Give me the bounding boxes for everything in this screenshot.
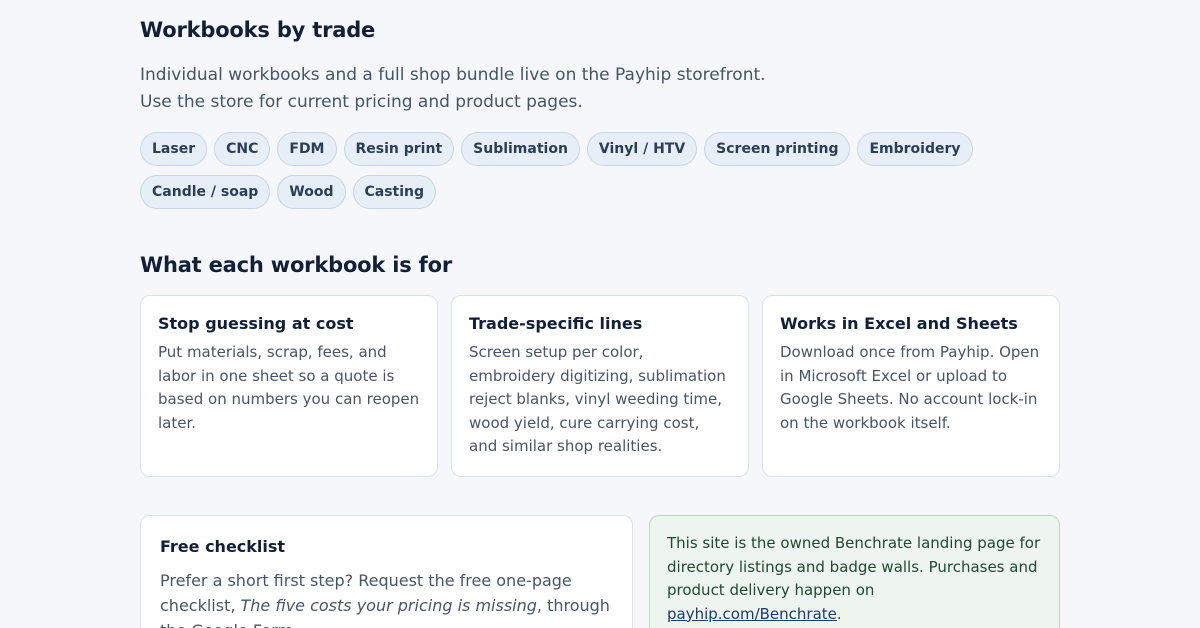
trade-chip-embroidery[interactable]: Embroidery (857, 132, 973, 166)
card-title: Trade-specific lines (469, 314, 643, 333)
trade-chip-screen-printing[interactable]: Screen printing (704, 132, 851, 166)
trade-chip-laser[interactable]: Laser (140, 132, 208, 166)
trade-chip-vinyl-htv[interactable]: Vinyl / HTV (586, 132, 698, 166)
purpose-card-list: Stop guessing at cost Put materials, scr… (140, 295, 1060, 477)
card-body: Put materials, scrap, fees, and labor in… (158, 343, 420, 432)
trade-chip-casting[interactable]: Casting (352, 175, 437, 209)
checklist-body: Prefer a short first step? Request the f… (160, 568, 613, 628)
free-checklist-card: Free checklist Prefer a short first step… (140, 515, 633, 628)
card-title: Works in Excel and Sheets (780, 314, 1018, 333)
purpose-card-excel-sheets: Works in Excel and Sheets Download once … (762, 295, 1060, 477)
note-text-before: This site is the owned Benchrate landing… (667, 534, 1041, 599)
payhip-link[interactable]: payhip.com/Benchrate (667, 605, 837, 623)
workbooks-section: Workbooks by trade Individual workbooks … (140, 18, 1060, 209)
trade-chip-list: Laser CNC FDM Resin print Sublimation Vi… (140, 132, 1060, 209)
card-title: Stop guessing at cost (158, 314, 354, 333)
bottom-row: Free checklist Prefer a short first step… (140, 515, 1060, 628)
trade-chip-resin-print[interactable]: Resin print (343, 132, 455, 166)
purpose-card-cost: Stop guessing at cost Put materials, scr… (140, 295, 438, 477)
page: Workbooks by trade Individual workbooks … (140, 0, 1060, 628)
trade-chip-sublimation[interactable]: Sublimation (461, 132, 580, 166)
card-body: Screen setup per color, embroidery digit… (469, 343, 726, 455)
checklist-title-italic: The five costs your pricing is missing (240, 596, 537, 615)
trade-chip-cnc[interactable]: CNC (214, 132, 271, 166)
storefront-note: This site is the owned Benchrate landing… (649, 515, 1060, 628)
checklist-title: Free checklist (160, 537, 286, 556)
workbooks-lead: Individual workbooks and a full shop bun… (140, 65, 766, 112)
workbooks-heading: Workbooks by trade (140, 18, 376, 42)
trade-chip-candle-soap[interactable]: Candle / soap (140, 175, 271, 209)
trade-chip-wood[interactable]: Wood (277, 175, 346, 209)
note-text-after: . (836, 604, 842, 623)
purpose-section: What each workbook is for Stop guessing … (140, 253, 1060, 477)
purpose-card-trade-lines: Trade-specific lines Screen setup per co… (451, 295, 749, 477)
trade-chip-fdm[interactable]: FDM (277, 132, 337, 166)
purpose-heading: What each workbook is for (140, 253, 452, 277)
card-body: Download once from Payhip. Open in Micro… (780, 343, 1040, 432)
